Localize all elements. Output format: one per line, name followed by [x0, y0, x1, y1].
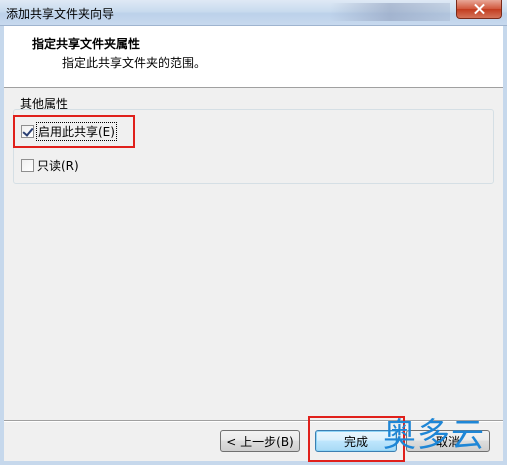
blurred-title-region: [330, 3, 450, 21]
window-frame: [0, 26, 507, 465]
read-only-checkbox-row[interactable]: 只读(R): [21, 157, 79, 174]
watermark-logo: 奥 多云: [383, 408, 485, 456]
header-title: 指定共享文件夹属性: [32, 37, 141, 51]
read-only-checkbox[interactable]: [21, 159, 34, 172]
watermark-text-b: 多云: [417, 415, 485, 454]
back-button[interactable]: < 上一步(B): [220, 430, 300, 452]
close-button[interactable]: [456, 0, 502, 19]
read-only-label[interactable]: 只读(R): [37, 157, 79, 174]
wizard-header: 指定共享文件夹属性 指定此共享文件夹的范围。: [4, 26, 503, 88]
header-subtitle: 指定此共享文件夹的范围。: [62, 56, 207, 70]
window-title: 添加共享文件夹向导: [6, 7, 115, 21]
watermark-text-a: 奥: [383, 415, 417, 454]
title-bar: 添加共享文件夹向导: [0, 0, 507, 26]
highlight-box-enable-share: [13, 115, 135, 148]
